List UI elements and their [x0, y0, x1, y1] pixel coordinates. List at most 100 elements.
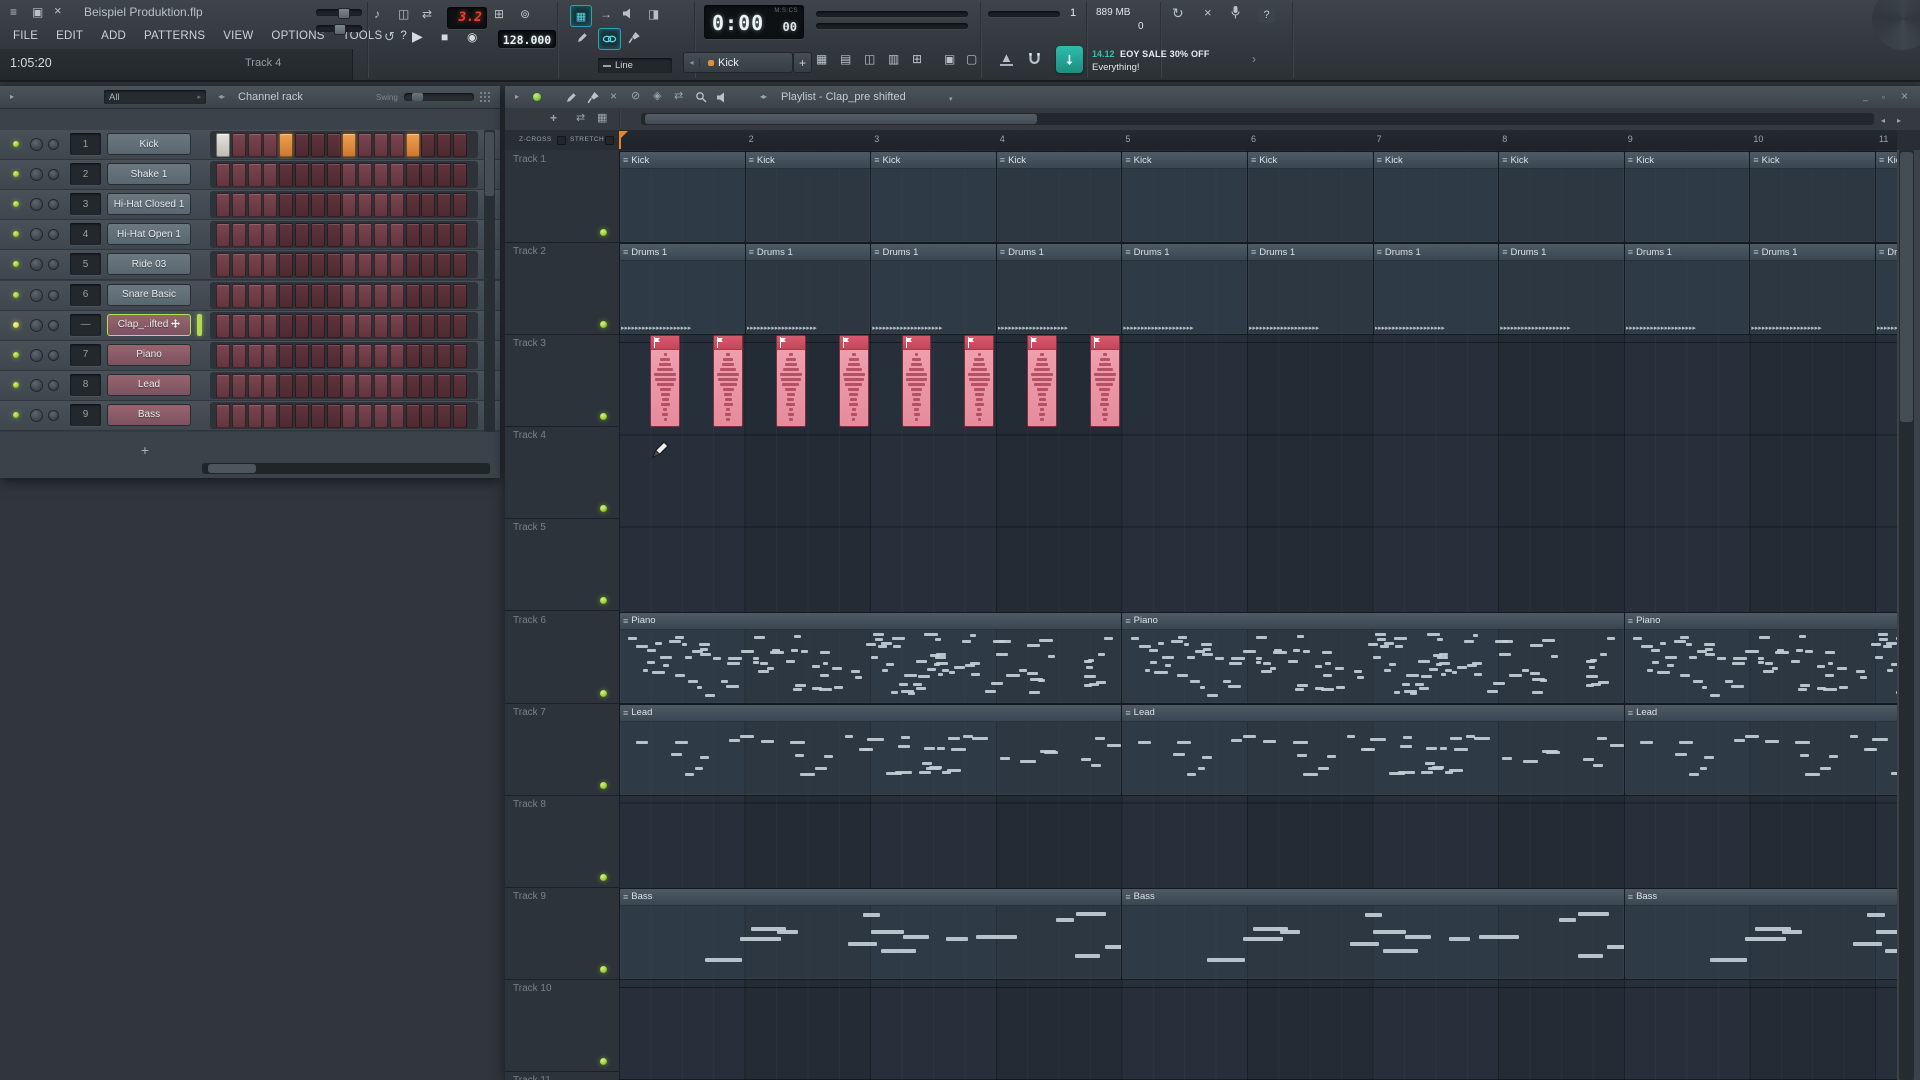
step-button[interactable]	[279, 163, 293, 187]
audio-clip-clap[interactable]	[713, 335, 743, 427]
mixer-view-icon[interactable]: ▥	[888, 53, 899, 65]
pattern-clip-drums-1[interactable]: ≡Drums 1▸▸▸▸▸▸▸▸▸▸▸▸▸▸▸▸▸▸▸▸	[1247, 243, 1374, 335]
audio-clip-clap[interactable]	[650, 335, 680, 427]
clip-menu-icon[interactable]: ≡	[1000, 155, 1005, 165]
step-button[interactable]	[342, 133, 356, 157]
typing-to-piano-icon[interactable]: ◫	[398, 8, 409, 20]
step-button[interactable]	[437, 193, 451, 217]
step-button[interactable]	[295, 404, 309, 428]
song-position-slider[interactable]	[816, 11, 968, 17]
clip-menu-icon[interactable]: ≡	[1628, 247, 1633, 257]
clip-menu-icon[interactable]: ≡	[1628, 892, 1633, 902]
menu-patterns[interactable]: PATTERNS	[135, 30, 214, 42]
step-button[interactable]	[390, 253, 404, 277]
wizard-hat-icon[interactable]: ▲	[1000, 52, 1013, 66]
step-button[interactable]	[263, 284, 277, 308]
pattern-clip-drums-1[interactable]: ≡Drums 1▸▸▸▸▸▸▸▸▸▸▸▸▸▸▸▸▸▸▸▸	[1373, 243, 1500, 335]
step-button[interactable]	[437, 163, 451, 187]
step-button[interactable]	[374, 284, 388, 308]
draw-tool-icon[interactable]	[565, 91, 578, 108]
move-tool-icon[interactable]: +	[550, 112, 557, 125]
master-volume-slider[interactable]	[316, 9, 362, 16]
track-led[interactable]	[600, 505, 607, 512]
track-header-2[interactable]: Track 2	[505, 242, 619, 335]
step-button[interactable]	[327, 133, 341, 157]
step-button[interactable]	[248, 163, 262, 187]
step-button[interactable]	[406, 344, 420, 368]
step-button[interactable]	[311, 314, 325, 338]
add-channel-button[interactable]: +	[128, 442, 162, 460]
step-button[interactable]	[358, 163, 372, 187]
channel-rack-titlebar[interactable]: ▸ All▸ ◂▸ Channel rack Swing	[0, 86, 500, 109]
menu-edit[interactable]: EDIT	[47, 30, 92, 42]
clip-menu-icon[interactable]: ≡	[623, 616, 628, 626]
audio-clip-clap[interactable]	[776, 335, 806, 427]
playlist-vertical-scrollbar[interactable]	[1899, 150, 1914, 1080]
step-button[interactable]	[216, 374, 230, 398]
step-button[interactable]	[248, 133, 262, 157]
step-button[interactable]	[437, 284, 451, 308]
step-button[interactable]	[453, 344, 467, 368]
track-header-3[interactable]: Track 3	[505, 334, 619, 427]
step-button[interactable]	[232, 344, 246, 368]
plugin-panel-icon[interactable]: ⊞	[494, 8, 504, 20]
menu-add[interactable]: ADD	[92, 30, 135, 42]
track-header-11[interactable]: Track 11	[505, 1071, 619, 1080]
mic-icon[interactable]	[1230, 5, 1241, 20]
shuffle-slider[interactable]	[988, 11, 1060, 17]
menu-file[interactable]: FILE	[4, 30, 47, 42]
track-led[interactable]	[600, 782, 607, 789]
clip-menu-icon[interactable]: ≡	[874, 155, 879, 165]
step-button[interactable]	[437, 314, 451, 338]
step-button[interactable]	[406, 223, 420, 247]
undo-icon[interactable]: ↺	[384, 31, 395, 43]
step-button[interactable]	[406, 133, 420, 157]
step-button[interactable]	[295, 163, 309, 187]
scroll-left-icon[interactable]: ◂	[1881, 114, 1885, 127]
step-button[interactable]	[263, 133, 277, 157]
clip-menu-icon[interactable]: ≡	[1251, 247, 1256, 257]
clip-menu-icon[interactable]: ≡	[1377, 155, 1382, 165]
pattern-clip-kick[interactable]: ≡Kick	[1247, 151, 1374, 243]
step-button[interactable]	[311, 253, 325, 277]
track-led[interactable]	[600, 690, 607, 697]
step-button[interactable]	[421, 133, 435, 157]
pattern-clip-bass[interactable]: ≡Bass	[619, 888, 1122, 980]
playlist-view-icon[interactable]: ▤	[840, 53, 851, 65]
track-led[interactable]	[600, 321, 607, 328]
step-button[interactable]	[342, 374, 356, 398]
step-button[interactable]	[342, 193, 356, 217]
step-button[interactable]	[279, 344, 293, 368]
step-button[interactable]	[406, 404, 420, 428]
paint-tool-icon[interactable]	[628, 31, 641, 44]
step-button[interactable]	[232, 163, 246, 187]
record-target-led[interactable]	[533, 93, 541, 101]
step-button[interactable]	[453, 314, 467, 338]
slice-tool-icon[interactable]: ⇄	[674, 90, 683, 103]
track-header-9[interactable]: Track 9	[505, 887, 619, 980]
step-button[interactable]	[295, 314, 309, 338]
step-button[interactable]	[311, 193, 325, 217]
pattern-clip-kick[interactable]: ≡Kick	[745, 151, 872, 243]
master-pitch-slider[interactable]	[316, 25, 362, 32]
chevron-down-icon[interactable]: ▾	[949, 93, 953, 106]
stop-button[interactable]: ■	[441, 31, 448, 43]
step-button[interactable]	[295, 374, 309, 398]
step-button[interactable]	[421, 193, 435, 217]
pattern-prev-icon[interactable]: ◂	[684, 58, 700, 67]
step-button[interactable]	[248, 223, 262, 247]
step-button[interactable]	[327, 193, 341, 217]
clip-menu-icon[interactable]: ≡	[1125, 155, 1130, 165]
track-led[interactable]	[600, 229, 607, 236]
step-button[interactable]	[437, 374, 451, 398]
step-button[interactable]	[374, 404, 388, 428]
step-button[interactable]	[390, 163, 404, 187]
track-header-1[interactable]: Track 1	[505, 150, 619, 243]
pattern-clip-kick[interactable]: ≡Kick	[1749, 151, 1876, 243]
step-button[interactable]	[327, 163, 341, 187]
pattern-clip-drums-1[interactable]: ≡Drums 1▸▸▸▸▸▸▸▸▸▸▸▸▸▸▸▸▸▸▸▸	[1498, 243, 1625, 335]
step-button[interactable]	[279, 374, 293, 398]
step-button[interactable]	[374, 133, 388, 157]
step-button[interactable]	[421, 223, 435, 247]
close-project-icon[interactable]: ×	[54, 5, 62, 17]
